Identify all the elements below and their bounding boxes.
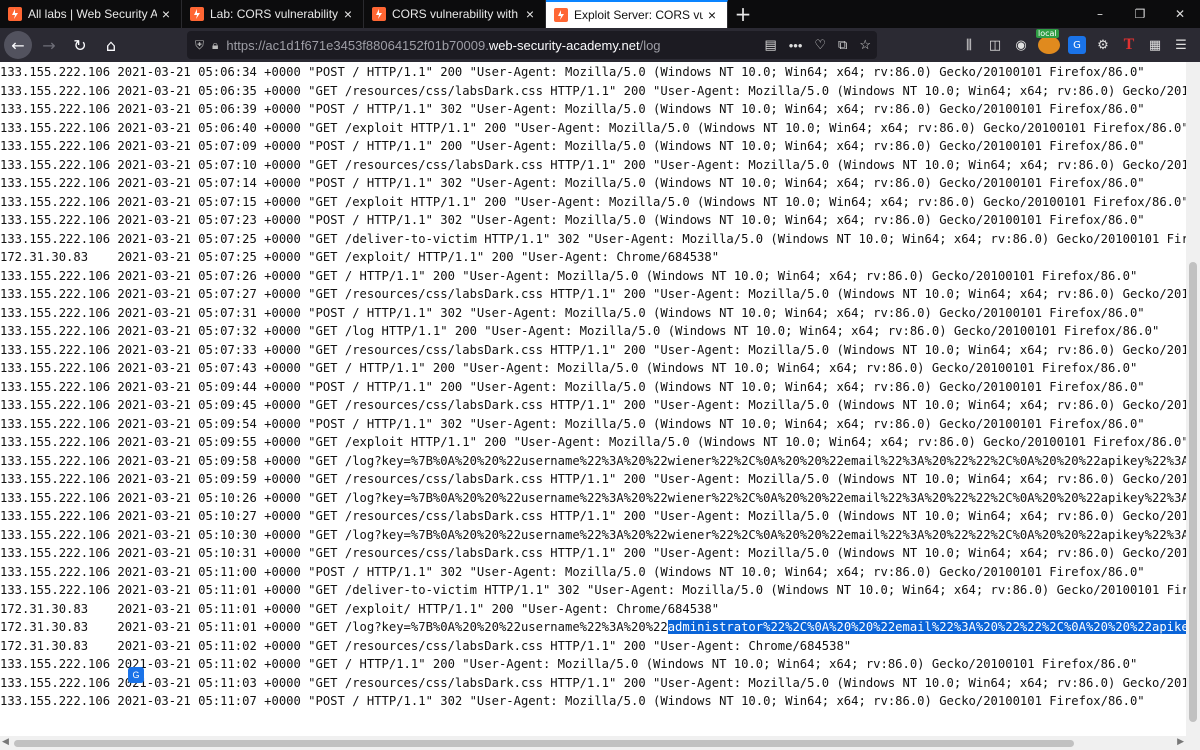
log-line: 133.155.222.106 2021-03-21 05:11:02 +000… [0, 657, 1138, 671]
log-line: 133.155.222.106 2021-03-21 05:07:33 +000… [0, 342, 1186, 357]
log-line: 133.155.222.106 2021-03-21 05:07:25 +000… [0, 231, 1186, 246]
vertical-scrollbar[interactable] [1186, 62, 1200, 736]
tab-title: Lab: CORS vulnerability with trusted [210, 7, 339, 21]
log-line: 133.155.222.106 2021-03-21 05:11:07 +000… [0, 694, 1145, 708]
library-icon[interactable]: ⫼ [960, 36, 978, 54]
close-icon[interactable]: × [157, 5, 175, 23]
local-badge: local [1036, 29, 1059, 38]
extension-t-icon[interactable]: T [1120, 36, 1138, 54]
sidebar-icon[interactable]: ◫ [986, 36, 1004, 54]
account-icon[interactable]: ◉ [1012, 36, 1030, 54]
home-button[interactable]: ⌂ [97, 31, 125, 59]
portswigger-favicon-icon [554, 8, 568, 22]
log-line: 133.155.222.106 2021-03-21 05:07:14 +000… [0, 176, 1145, 190]
scroll-right-icon[interactable]: ▶ [1177, 737, 1184, 747]
pocket-icon[interactable]: ♡ [814, 37, 826, 53]
log-line: 133.155.222.106 2021-03-21 05:11:03 +000… [0, 675, 1186, 690]
reader-view-icon[interactable]: ▤ [764, 37, 776, 53]
reload-button[interactable]: ↻ [66, 31, 94, 59]
log-page: 133.155.222.106 2021-03-21 05:06:34 +000… [0, 62, 1186, 736]
log-line: 133.155.222.106 2021-03-21 05:10:27 +000… [0, 509, 1186, 523]
scroll-left-icon[interactable]: ◀ [2, 737, 9, 747]
log-line-prefix: 172.31.30.83 2021-03-21 05:11:01 +0000 "… [0, 620, 668, 634]
shield-icon[interactable]: ⛨ [195, 38, 204, 53]
tab-cors-vulnerability[interactable]: CORS vulnerability with trusted × [364, 0, 546, 28]
google-translate-icon[interactable]: G [1068, 36, 1086, 54]
log-line: 133.155.222.106 2021-03-21 05:07:31 +000… [0, 305, 1145, 320]
portswigger-favicon-icon [190, 7, 204, 21]
log-line: 172.31.30.83 2021-03-21 05:07:25 +0000 "… [0, 250, 720, 264]
tab-strip: All labs | Web Security Academy × Lab: C… [0, 0, 1200, 28]
close-window-icon[interactable]: ✕ [1160, 0, 1200, 28]
tab-title: CORS vulnerability with trusted [392, 7, 521, 21]
log-line: 133.155.222.106 2021-03-21 05:07:10 +000… [0, 157, 1186, 172]
log-line: 133.155.222.106 2021-03-21 05:09:58 +000… [0, 453, 1186, 468]
access-log: 133.155.222.106 2021-03-21 05:06:34 +000… [0, 63, 1186, 711]
tab-title: All labs | Web Security Academy [28, 7, 157, 21]
log-line: 133.155.222.106 2021-03-21 05:07:32 +000… [0, 324, 1160, 338]
url-path: /log [639, 37, 661, 53]
portswigger-favicon-icon [372, 7, 386, 21]
selected-text[interactable]: administrator%22%2C%0A%20%20%22email%22%… [667, 620, 1186, 634]
log-line: 133.155.222.106 2021-03-21 05:10:30 +000… [0, 527, 1186, 542]
log-line: 133.155.222.106 2021-03-21 05:07:09 +000… [0, 139, 1145, 153]
url-prefix: https://ac1d1f671e3453f88064152f01b70009… [226, 37, 489, 53]
log-line: 133.155.222.106 2021-03-21 05:07:26 +000… [0, 268, 1138, 283]
log-line: 133.155.222.106 2021-03-21 05:09:55 +000… [0, 435, 1186, 449]
log-line: 133.155.222.106 2021-03-21 05:07:27 +000… [0, 287, 1186, 301]
page-actions-icon[interactable]: ••• [789, 38, 803, 53]
log-line: 133.155.222.106 2021-03-21 05:10:26 +000… [0, 490, 1186, 505]
toolbar: ⫼ ◫ ◉ local G ⚙ T ▦ ☰ [960, 28, 1200, 62]
address-bar[interactable]: ⛨ 🔒︎ https://ac1d1f671e3453f88064152f01b… [187, 31, 877, 59]
log-line: 133.155.222.106 2021-03-21 05:09:54 +000… [0, 416, 1145, 431]
minimize-icon[interactable]: – [1080, 0, 1120, 28]
close-icon[interactable]: × [339, 5, 357, 23]
menu-icon[interactable]: ☰ [1172, 36, 1190, 54]
forward-button[interactable]: → [35, 31, 63, 59]
scroll-thumb[interactable] [14, 740, 1074, 747]
log-line: 133.155.222.106 2021-03-21 05:10:31 +000… [0, 546, 1186, 560]
tab-lab-cors[interactable]: Lab: CORS vulnerability with trusted × [182, 0, 364, 28]
translate-icon[interactable]: ⧉ [838, 37, 847, 53]
log-line: 133.155.222.106 2021-03-21 05:06:35 +000… [0, 83, 1186, 98]
horizontal-scrollbar[interactable]: ◀ ▶ [0, 736, 1200, 750]
log-line: 133.155.222.106 2021-03-21 05:07:43 +000… [0, 361, 1138, 375]
portswigger-favicon-icon [8, 7, 22, 21]
extension-grid-icon[interactable]: ▦ [1146, 36, 1164, 54]
url-host: web-security-academy.net [488, 37, 640, 53]
foxyproxy-icon[interactable]: local [1036, 29, 1060, 54]
tab-exploit-server[interactable]: Exploit Server: CORS vulnerability × [546, 0, 728, 28]
close-icon[interactable]: × [703, 6, 721, 24]
log-line: 133.155.222.106 2021-03-21 05:09:59 +000… [0, 472, 1186, 486]
back-button[interactable]: ← [4, 31, 32, 59]
window-controls: – ❐ ✕ [1080, 0, 1200, 28]
log-line: 133.155.222.106 2021-03-21 05:09:44 +000… [0, 379, 1145, 394]
log-line: 133.155.222.106 2021-03-21 05:09:45 +000… [0, 398, 1186, 412]
log-line: 172.31.30.83 2021-03-21 05:11:02 +0000 "… [0, 638, 852, 653]
translate-float-icon[interactable]: G [128, 667, 144, 683]
log-line: 172.31.30.83 2021-03-21 05:11:01 +0000 "… [0, 601, 720, 616]
tab-title: Exploit Server: CORS vulnerability [574, 8, 703, 22]
log-line: 133.155.222.106 2021-03-21 05:06:39 +000… [0, 102, 1145, 116]
lock-icon[interactable]: 🔒︎ [212, 38, 218, 53]
log-line: 172.31.30.83 2021-03-21 05:11:01 +0000 "… [0, 618, 1186, 637]
log-line: 133.155.222.106 2021-03-21 05:11:01 +000… [0, 583, 1186, 597]
log-line: 133.155.222.106 2021-03-21 05:06:34 +000… [0, 65, 1145, 79]
log-line: 133.155.222.106 2021-03-21 05:06:40 +000… [0, 120, 1186, 135]
bookmark-star-icon[interactable]: ☆ [859, 37, 871, 53]
log-line: 133.155.222.106 2021-03-21 05:11:00 +000… [0, 564, 1145, 579]
log-line: 133.155.222.106 2021-03-21 05:07:23 +000… [0, 213, 1145, 227]
scroll-thumb[interactable] [1189, 262, 1197, 722]
extension-icon[interactable]: ⚙ [1094, 36, 1112, 54]
navigation-bar: ← → ↻ ⌂ ⛨ 🔒︎ https://ac1d1f671e3453f8806… [0, 28, 1200, 62]
tab-all-labs[interactable]: All labs | Web Security Academy × [0, 0, 182, 28]
maximize-icon[interactable]: ❐ [1120, 0, 1160, 28]
close-icon[interactable]: × [521, 5, 539, 23]
log-line: 133.155.222.106 2021-03-21 05:07:15 +000… [0, 194, 1186, 209]
new-tab-button[interactable]: + [728, 0, 758, 28]
